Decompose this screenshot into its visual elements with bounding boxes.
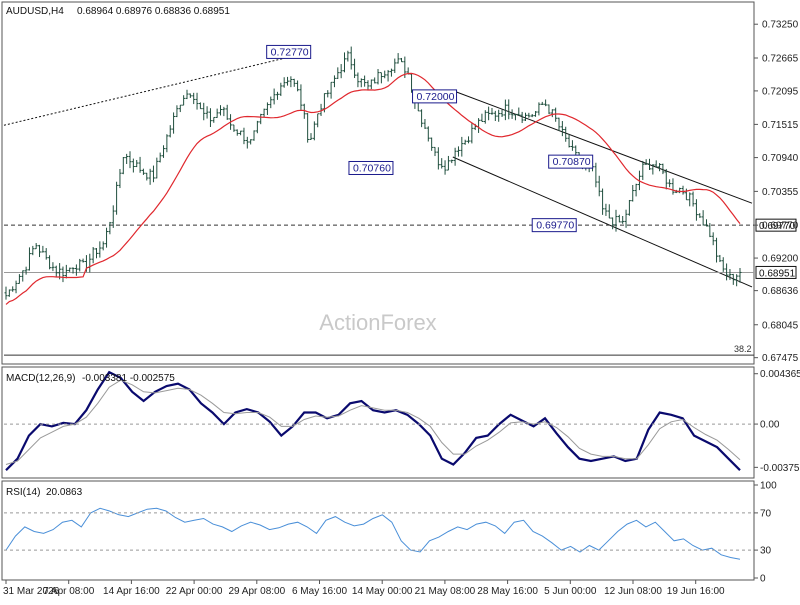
- price-tick-label: 0.71515: [762, 120, 799, 131]
- time-tick-label: 29 Apr 08:00: [228, 586, 285, 597]
- price-tick-label: 0.70940: [762, 153, 799, 164]
- macd-value: -0.003381 -0.002575: [82, 373, 175, 384]
- macd-tick-label: 0.00: [760, 420, 780, 431]
- chart-svg: ActionForex 0.69770 0.68951 38.2 0.72770 0.…: [1, 1, 800, 597]
- price-tick-label: 0.68045: [762, 320, 799, 331]
- price-label-text: 0.69770: [536, 220, 574, 232]
- time-tick-label: 7 Apr 08:00: [43, 586, 95, 597]
- price-tick-label: 0.70355: [762, 187, 799, 198]
- watermark: ActionForex: [319, 310, 436, 335]
- time-tick-label: 12 Jun 08:00: [604, 586, 662, 597]
- time-tick-label: 19 Jun 16:00: [667, 586, 725, 597]
- macd-tick-label: -0.00375: [760, 463, 800, 474]
- price-tick-label: 0.68636: [762, 286, 799, 297]
- price-tick-label: 0.69200: [762, 254, 799, 265]
- chart-stage: ActionForex 0.69770 0.68951 38.2 0.72770 0.…: [0, 0, 800, 600]
- price-label-text: 0.72770: [271, 46, 309, 58]
- price-tick-label: 0.72095: [762, 86, 799, 97]
- ohlc-label: 0.68964 0.68976 0.68836 0.68951: [77, 6, 230, 17]
- price-label-text: 0.72000: [417, 91, 455, 103]
- price-label-text: 0.70760: [353, 162, 391, 174]
- fib-label: 38.2: [734, 344, 752, 354]
- time-tick-label: 14 Apr 16:00: [103, 586, 160, 597]
- price-tick-label: 0.69770: [762, 221, 799, 232]
- rsi-panel: [1, 480, 755, 581]
- price-label-text: 0.70870: [553, 156, 591, 168]
- time-tick-label: 5 Jun 00:00: [544, 586, 597, 597]
- rsi-tick-label: 100: [760, 481, 777, 492]
- time-tick-label: 28 May 16:00: [477, 586, 538, 597]
- time-tick-label: 14 May 00:00: [352, 586, 413, 597]
- price-axis: 0.73250 0.72665 0.72095 0.71515 0.70940 0.703…: [754, 20, 799, 364]
- price-tick-label: 0.73250: [762, 20, 799, 31]
- rsi-title: RSI(14): [6, 487, 40, 498]
- rsi-tick-label: 30: [760, 546, 772, 557]
- rsi-value: 20.0863: [46, 487, 83, 498]
- price-tick-label: 0.72665: [762, 53, 799, 64]
- time-tick-label: 21 May 08:00: [415, 586, 476, 597]
- time-tick-label: 22 Apr 00:00: [166, 586, 223, 597]
- level-tag-last: 0.68951: [759, 268, 796, 279]
- rsi-tick-label: 0: [760, 574, 766, 585]
- time-tick-label: 6 May 16:00: [292, 586, 347, 597]
- price-tick-label: 0.67475: [762, 353, 799, 364]
- macd-title: MACD(12,26,9): [6, 373, 75, 384]
- symbol-label: AUDUSD,H4: [6, 6, 64, 17]
- rsi-tick-label: 70: [760, 508, 772, 519]
- time-axis: 31 Mar 20267 Apr 08:00 14 Apr 16:00 22 Apr…: [3, 580, 725, 597]
- macd-tick-label: 0.004365: [760, 369, 800, 380]
